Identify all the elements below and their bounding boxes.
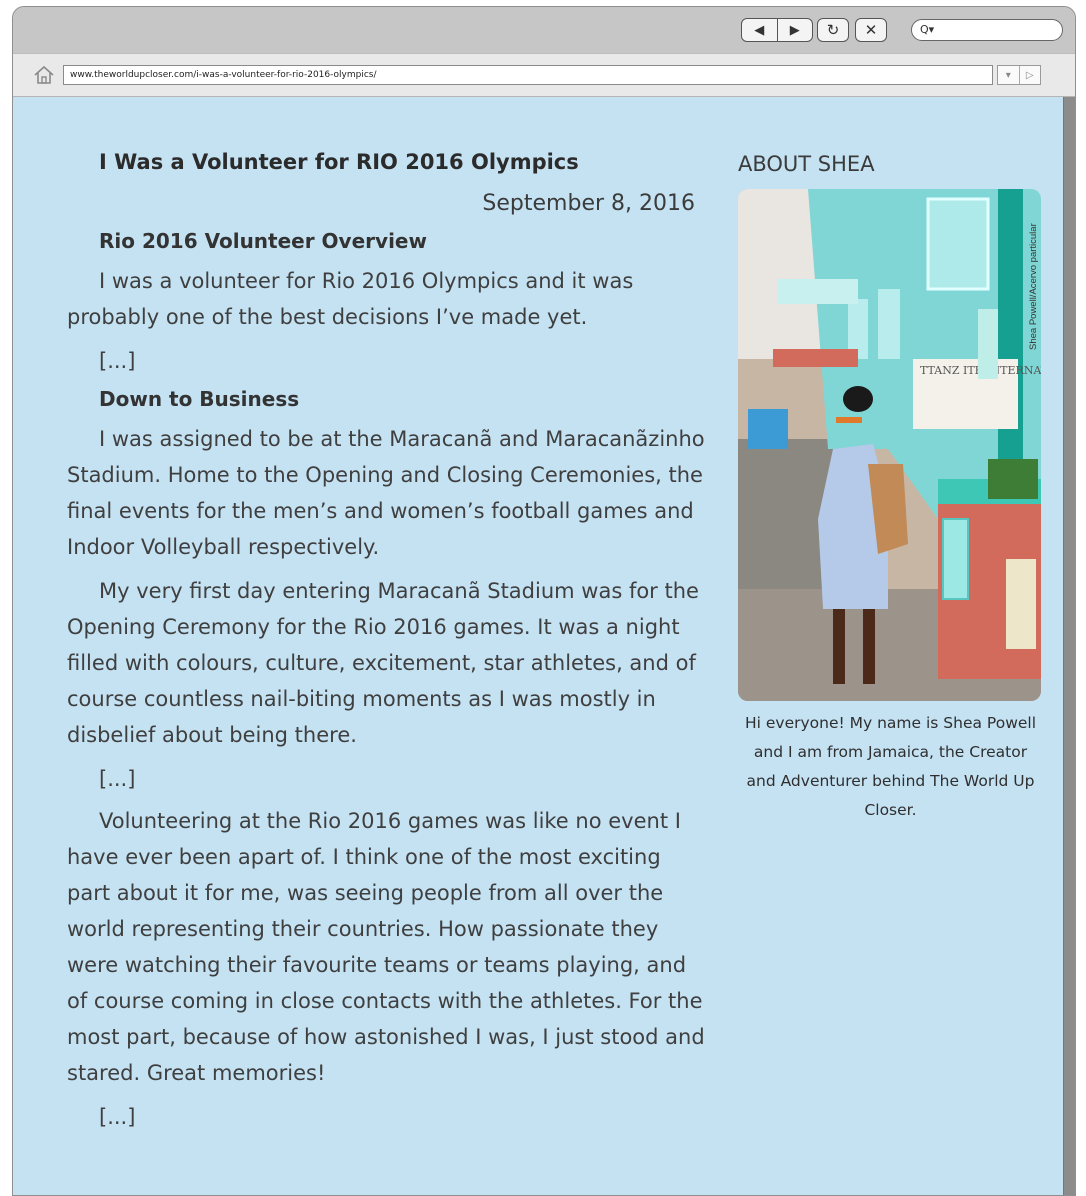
page-content: I Was a Volunteer for RIO 2016 Olympics … bbox=[13, 97, 1063, 1195]
article-title: I Was a Volunteer for RIO 2016 Olympics bbox=[99, 150, 579, 174]
vertical-scrollbar[interactable] bbox=[1063, 97, 1075, 1195]
go-button[interactable]: ▷ bbox=[1018, 66, 1041, 84]
url-field[interactable]: www.theworldupcloser.com/i-was-a-volunte… bbox=[63, 65, 993, 85]
ellipsis-1: [...] bbox=[99, 349, 136, 373]
photo-credit: Shea Powell/Acervo particular bbox=[1028, 223, 1039, 350]
back-arrow-icon: ◀ bbox=[754, 22, 765, 38]
reload-icon: ↻ bbox=[826, 21, 840, 39]
address-dropdown-button[interactable]: ▾ bbox=[998, 66, 1019, 84]
author-photo: TTANZ ITE INTERNATIONAL bbox=[738, 189, 1041, 701]
section-heading-overview: Rio 2016 Volunteer Overview bbox=[99, 229, 427, 253]
paragraph-volunteering: Volunteering at the Rio 2016 games was l… bbox=[67, 809, 705, 1085]
forward-button[interactable]: ▶ bbox=[776, 19, 813, 41]
ellipsis-3: [...] bbox=[99, 1105, 136, 1129]
paragraph-first-day: My very first day entering Maracanã Stad… bbox=[67, 579, 699, 747]
search-input[interactable]: Q▾ bbox=[911, 19, 1063, 41]
stop-button[interactable]: ✕ bbox=[855, 18, 887, 42]
browser-toolbar: ◀ ▶ ↻ ✕ Q▾ bbox=[13, 7, 1075, 53]
section-heading-business: Down to Business bbox=[99, 387, 300, 411]
sidebar-caption: Hi everyone! My name is Shea Powell and … bbox=[744, 714, 1037, 819]
paragraph-intro: I was a volunteer for Rio 2016 Olympics … bbox=[67, 269, 634, 329]
search-icon: Q▾ bbox=[920, 23, 935, 36]
browser-window: ◀ ▶ ↻ ✕ Q▾ www.theworldupcloser.com/i-wa… bbox=[12, 6, 1076, 1196]
address-buttons: ▾ ▷ bbox=[997, 65, 1041, 85]
ellipsis-2: [...] bbox=[99, 767, 136, 791]
sidebar-about: ABOUT SHEA TTANZ ITE INTERNATIONAL bbox=[738, 151, 1043, 825]
address-bar-row: www.theworldupcloser.com/i-was-a-volunte… bbox=[13, 53, 1075, 97]
nav-button-group: ◀ ▶ bbox=[741, 18, 813, 42]
back-button[interactable]: ◀ bbox=[742, 19, 777, 41]
home-icon[interactable] bbox=[33, 64, 55, 86]
forward-arrow-icon: ▶ bbox=[789, 22, 800, 38]
article: I Was a Volunteer for RIO 2016 Olympics … bbox=[67, 147, 707, 1141]
author-photo-illustration: TTANZ ITE INTERNATIONAL bbox=[738, 189, 1041, 701]
paragraph-assignment: I was assigned to be at the Maracanã and… bbox=[67, 427, 705, 559]
reload-button[interactable]: ↻ bbox=[817, 18, 849, 42]
close-icon: ✕ bbox=[864, 21, 878, 39]
sidebar-title: ABOUT SHEA bbox=[738, 152, 875, 176]
article-date: September 8, 2016 bbox=[482, 191, 695, 216]
